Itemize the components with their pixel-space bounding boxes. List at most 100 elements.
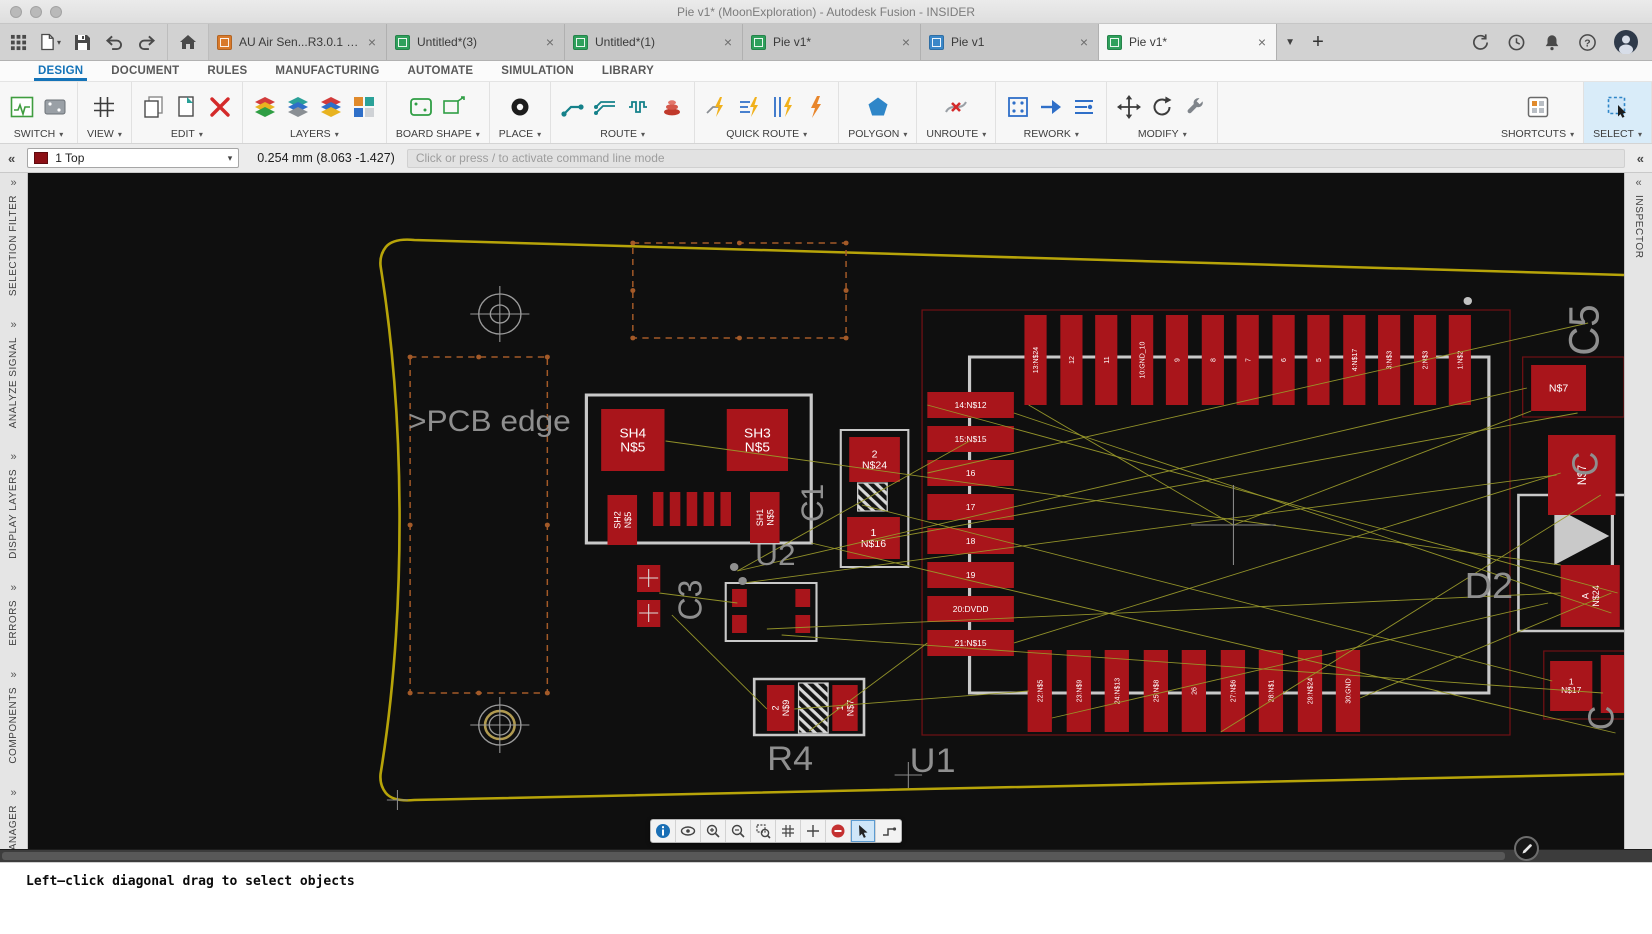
panel-tab-design-manager[interactable]: » DESIGN MANAGER — [8, 788, 19, 849]
redo-button[interactable] — [137, 34, 157, 51]
board-3d-icon[interactable] — [42, 94, 68, 120]
toolbar-group-layers-label[interactable]: LAYERS▾ — [290, 128, 339, 141]
grid-icon[interactable] — [776, 820, 801, 842]
select-icon[interactable] — [1605, 94, 1631, 120]
route-manual-icon[interactable] — [560, 94, 586, 120]
toolbar-group-place-label[interactable]: PLACE▾ — [499, 128, 541, 141]
scrollbar-thumb[interactable] — [2, 852, 1505, 860]
app-grid-icon[interactable] — [10, 34, 27, 51]
home-icon[interactable] — [179, 34, 197, 50]
tab-close-icon[interactable]: × — [900, 35, 912, 49]
pcb-canvas[interactable]: SH4N$5SH3N$5SH2N$5SH1N$52N$241N$162N$91N… — [28, 173, 1624, 849]
window-close-button[interactable] — [10, 6, 22, 18]
notifications-bell-icon[interactable] — [1543, 33, 1561, 52]
toolbar-group-board-shape-label[interactable]: BOARD SHAPE▾ — [396, 128, 480, 141]
zoom-in-icon[interactable] — [701, 820, 726, 842]
command-input[interactable] — [407, 149, 1625, 168]
window-minimize-button[interactable] — [30, 6, 42, 18]
user-avatar[interactable] — [1614, 30, 1638, 54]
toolbar-group-select-label[interactable]: SELECT▾ — [1593, 128, 1642, 141]
tab-close-icon[interactable]: × — [1078, 35, 1090, 49]
move-icon[interactable] — [1116, 94, 1142, 120]
layer-setup-icon[interactable] — [351, 94, 377, 120]
delete-icon[interactable] — [207, 94, 233, 120]
layer-stack-colors-icon[interactable] — [318, 94, 344, 120]
bend-style-icon[interactable] — [876, 820, 901, 842]
schematic-view-icon[interactable] — [9, 94, 35, 120]
toolbar-group-shortcuts-label[interactable]: SHORTCUTS▾ — [1501, 128, 1574, 141]
job-status-clock-icon[interactable] — [1507, 33, 1526, 52]
paste-icon[interactable] — [174, 94, 200, 120]
document-tab[interactable]: AU Air Sen...R3.0.1 v1* × — [209, 24, 387, 60]
ribbon-tab-library[interactable]: LIBRARY — [588, 61, 668, 81]
board-outline-icon[interactable] — [408, 94, 434, 120]
toolbar-group-edit-label[interactable]: EDIT▾ — [171, 128, 203, 141]
rework-pad-icon[interactable] — [1005, 94, 1031, 120]
visibility-icon[interactable] — [676, 820, 701, 842]
shortcuts-icon[interactable] — [1525, 94, 1551, 120]
wrench-icon[interactable] — [1182, 94, 1208, 120]
toolbar-group-modify-label[interactable]: MODIFY▾ — [1138, 128, 1187, 141]
pcb-editor-canvas[interactable]: SH4N$5SH3N$5SH2N$5SH1N$52N$241N$162N$91N… — [28, 173, 1624, 849]
polygon-icon[interactable] — [865, 94, 891, 120]
rework-trace-icon[interactable] — [1071, 94, 1097, 120]
layer-select[interactable]: 1 Top ▾ — [27, 148, 239, 168]
rotate-icon[interactable] — [1149, 94, 1175, 120]
window-zoom-button[interactable] — [50, 6, 62, 18]
sync-icon[interactable] — [1471, 33, 1490, 52]
save-button[interactable] — [74, 34, 91, 51]
tab-list-chevron-icon[interactable]: ▼ — [1277, 24, 1303, 60]
horizontal-scrollbar[interactable] — [0, 849, 1652, 862]
grid-view-icon[interactable] — [91, 94, 117, 120]
document-tab[interactable]: Pie v1 × — [921, 24, 1099, 60]
file-menu-button[interactable]: ▾ — [40, 33, 61, 51]
ribbon-tab-simulation[interactable]: SIMULATION — [487, 61, 588, 81]
tab-close-icon[interactable]: × — [544, 35, 556, 49]
ribbon-tab-automate[interactable]: AUTOMATE — [394, 61, 488, 81]
ribbon-tab-document[interactable]: DOCUMENT — [97, 61, 193, 81]
via-stitch-icon[interactable] — [659, 94, 685, 120]
toolbar-group-quick-route-label[interactable]: QUICK ROUTE▾ — [726, 128, 807, 141]
tab-close-icon[interactable]: × — [722, 35, 734, 49]
info-icon[interactable] — [651, 820, 676, 842]
toolbar-group-switch-label[interactable]: SWITCH▾ — [14, 128, 63, 141]
unroute-icon[interactable] — [943, 94, 969, 120]
document-tab[interactable]: Untitled*(1) × — [565, 24, 743, 60]
quick-route-icon[interactable] — [704, 94, 730, 120]
quick-route-all-icon[interactable] — [803, 94, 829, 120]
toolbar-group-polygon-label[interactable]: POLYGON▾ — [848, 128, 907, 141]
select-cursor-icon[interactable] — [851, 820, 876, 842]
route-meander-icon[interactable] — [626, 94, 652, 120]
toolbar-group-unroute-label[interactable]: UNROUTE▾ — [926, 128, 986, 141]
toolbar-group-rework-label[interactable]: REWORK▾ — [1024, 128, 1079, 141]
copy-icon[interactable] — [141, 94, 167, 120]
ribbon-tab-design[interactable]: DESIGN — [24, 61, 97, 81]
pad-icon[interactable] — [507, 94, 533, 120]
panel-tab-components[interactable]: » COMPONENTS — [8, 670, 19, 764]
collapse-left-icon[interactable]: « — [8, 152, 15, 165]
panel-tab-selection-filter[interactable]: » SELECTION FILTER — [8, 178, 19, 296]
tab-close-icon[interactable]: × — [1256, 35, 1268, 49]
layer-stack-icon[interactable] — [252, 94, 278, 120]
layer-stack-alt-icon[interactable] — [285, 94, 311, 120]
route-diff-pair-icon[interactable] — [593, 94, 619, 120]
new-tab-button[interactable]: + — [1303, 24, 1333, 60]
document-tab-active[interactable]: Pie v1* × — [1099, 24, 1277, 60]
delete-mode-icon[interactable] — [826, 820, 851, 842]
quick-route-net-icon[interactable] — [737, 94, 763, 120]
undo-button[interactable] — [104, 34, 124, 51]
panel-tab-inspector[interactable]: « INSPECTOR — [1633, 178, 1644, 259]
feedback-pencil-badge[interactable] — [1514, 836, 1539, 861]
quick-route-group-icon[interactable] — [770, 94, 796, 120]
document-tab[interactable]: Untitled*(3) × — [387, 24, 565, 60]
ribbon-tab-rules[interactable]: RULES — [193, 61, 261, 81]
zoom-out-icon[interactable] — [726, 820, 751, 842]
board-resize-icon[interactable] — [441, 94, 467, 120]
toolbar-group-route-label[interactable]: ROUTE▾ — [600, 128, 645, 141]
tab-close-icon[interactable]: × — [366, 35, 378, 49]
panel-tab-display-layers[interactable]: » DISPLAY LAYERS — [8, 452, 19, 559]
ribbon-tab-manufacturing[interactable]: MANUFACTURING — [261, 61, 393, 81]
zoom-window-icon[interactable] — [751, 820, 776, 842]
panel-tab-analyze-signal[interactable]: » ANALYZE SIGNAL — [8, 320, 19, 428]
help-icon[interactable]: ? — [1578, 33, 1597, 52]
